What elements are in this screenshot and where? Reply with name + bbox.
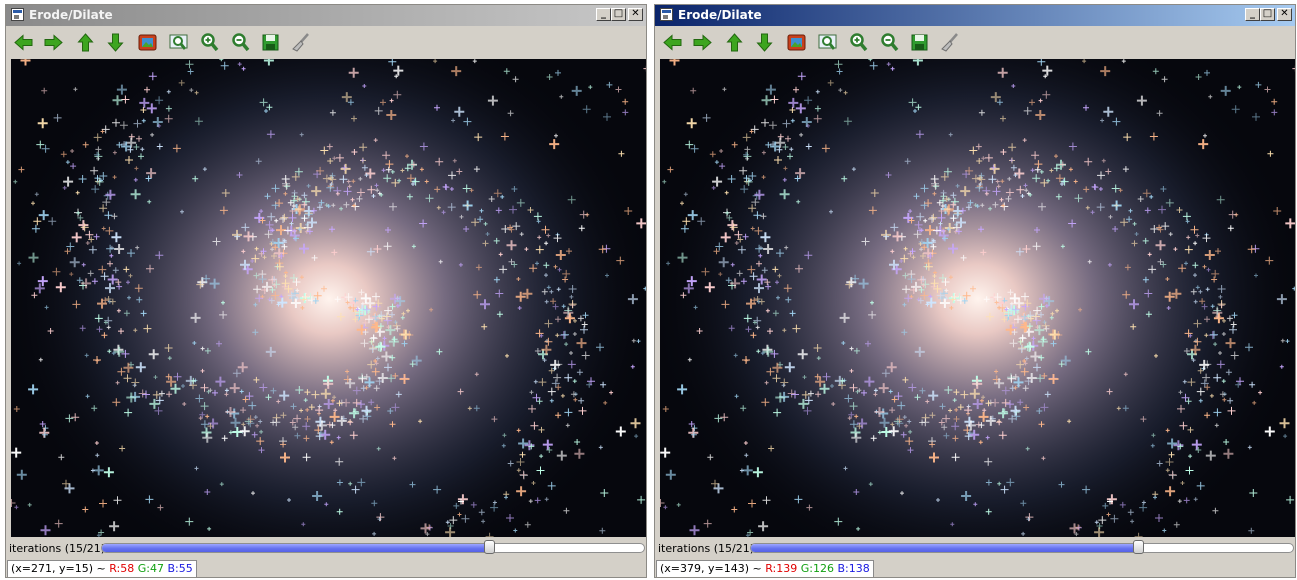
window-left: Erode/Dilate _ □ ✕ iterations (15/21) (x… xyxy=(5,4,647,578)
zoom-out-icon[interactable] xyxy=(879,32,900,53)
cursor-coordinates: (x=271, y=15) xyxy=(11,562,94,575)
toolbar xyxy=(6,27,646,57)
window-title: Erode/Dilate xyxy=(29,8,113,22)
pixel-blue-value: B:55 xyxy=(167,562,193,575)
close-button[interactable]: ✕ xyxy=(1277,8,1292,21)
brush-icon[interactable] xyxy=(939,32,960,53)
trackbar-fill xyxy=(102,544,491,552)
arrow-down-icon[interactable] xyxy=(754,32,775,53)
galaxy-image xyxy=(660,59,1295,537)
minimize-button[interactable]: _ xyxy=(1245,8,1260,21)
window-right: Erode/Dilate _ □ ✕ iterations (15/21) (x… xyxy=(654,4,1296,578)
arrow-right-icon[interactable] xyxy=(43,32,64,53)
save-icon[interactable] xyxy=(260,32,281,53)
galaxy-image xyxy=(11,59,646,537)
status-separator: ~ xyxy=(93,562,110,575)
trackbar-thumb[interactable] xyxy=(1132,540,1144,554)
trackbar-label: iterations (15/21) xyxy=(658,542,754,555)
trackbar: iterations (15/21) xyxy=(6,537,646,560)
cursor-coordinates: (x=379, y=143) xyxy=(660,562,750,575)
trackbar: iterations (15/21) xyxy=(655,537,1295,560)
maximize-button[interactable]: □ xyxy=(1260,8,1275,21)
maximize-button[interactable]: □ xyxy=(611,8,626,21)
pixel-red-value: R:139 xyxy=(765,562,798,575)
arrow-left-icon[interactable] xyxy=(662,32,683,53)
image-view[interactable] xyxy=(660,59,1295,537)
arrow-right-icon[interactable] xyxy=(692,32,713,53)
trackbar-label: iterations (15/21) xyxy=(9,542,105,555)
trackbar-track[interactable] xyxy=(750,543,1294,553)
pixel-red-value: R:58 xyxy=(109,562,135,575)
zoom-fit-icon[interactable] xyxy=(817,32,838,53)
zoom-in-icon[interactable] xyxy=(199,32,220,53)
pixel-blue-value: B:138 xyxy=(837,562,870,575)
zoom-fit-icon[interactable] xyxy=(168,32,189,53)
app-icon xyxy=(660,8,673,21)
arrow-up-icon[interactable] xyxy=(75,32,96,53)
title-bar[interactable]: Erode/Dilate _ □ ✕ xyxy=(655,5,1295,26)
title-bar[interactable]: Erode/Dilate _ □ ✕ xyxy=(6,5,646,26)
minimize-button[interactable]: _ xyxy=(596,8,611,21)
image-icon[interactable] xyxy=(786,32,807,53)
app-icon xyxy=(11,8,24,21)
save-icon[interactable] xyxy=(909,32,930,53)
toolbar xyxy=(655,27,1295,57)
arrow-up-icon[interactable] xyxy=(724,32,745,53)
status-bar: (x=379, y=143) ~ R:139 G:126 B:138 xyxy=(656,560,874,577)
zoom-in-icon[interactable] xyxy=(848,32,869,53)
trackbar-track[interactable] xyxy=(101,543,645,553)
window-title: Erode/Dilate xyxy=(678,8,762,22)
pixel-green-value: G:126 xyxy=(800,562,834,575)
trackbar-fill xyxy=(751,544,1140,552)
image-icon[interactable] xyxy=(137,32,158,53)
status-bar: (x=271, y=15) ~ R:58 G:47 B:55 xyxy=(7,560,197,577)
image-view[interactable] xyxy=(11,59,646,537)
arrow-down-icon[interactable] xyxy=(105,32,126,53)
brush-icon[interactable] xyxy=(290,32,311,53)
zoom-out-icon[interactable] xyxy=(230,32,251,53)
arrow-left-icon[interactable] xyxy=(13,32,34,53)
trackbar-thumb[interactable] xyxy=(483,540,495,554)
pixel-green-value: G:47 xyxy=(137,562,164,575)
close-button[interactable]: ✕ xyxy=(628,8,643,21)
status-separator: ~ xyxy=(749,562,766,575)
